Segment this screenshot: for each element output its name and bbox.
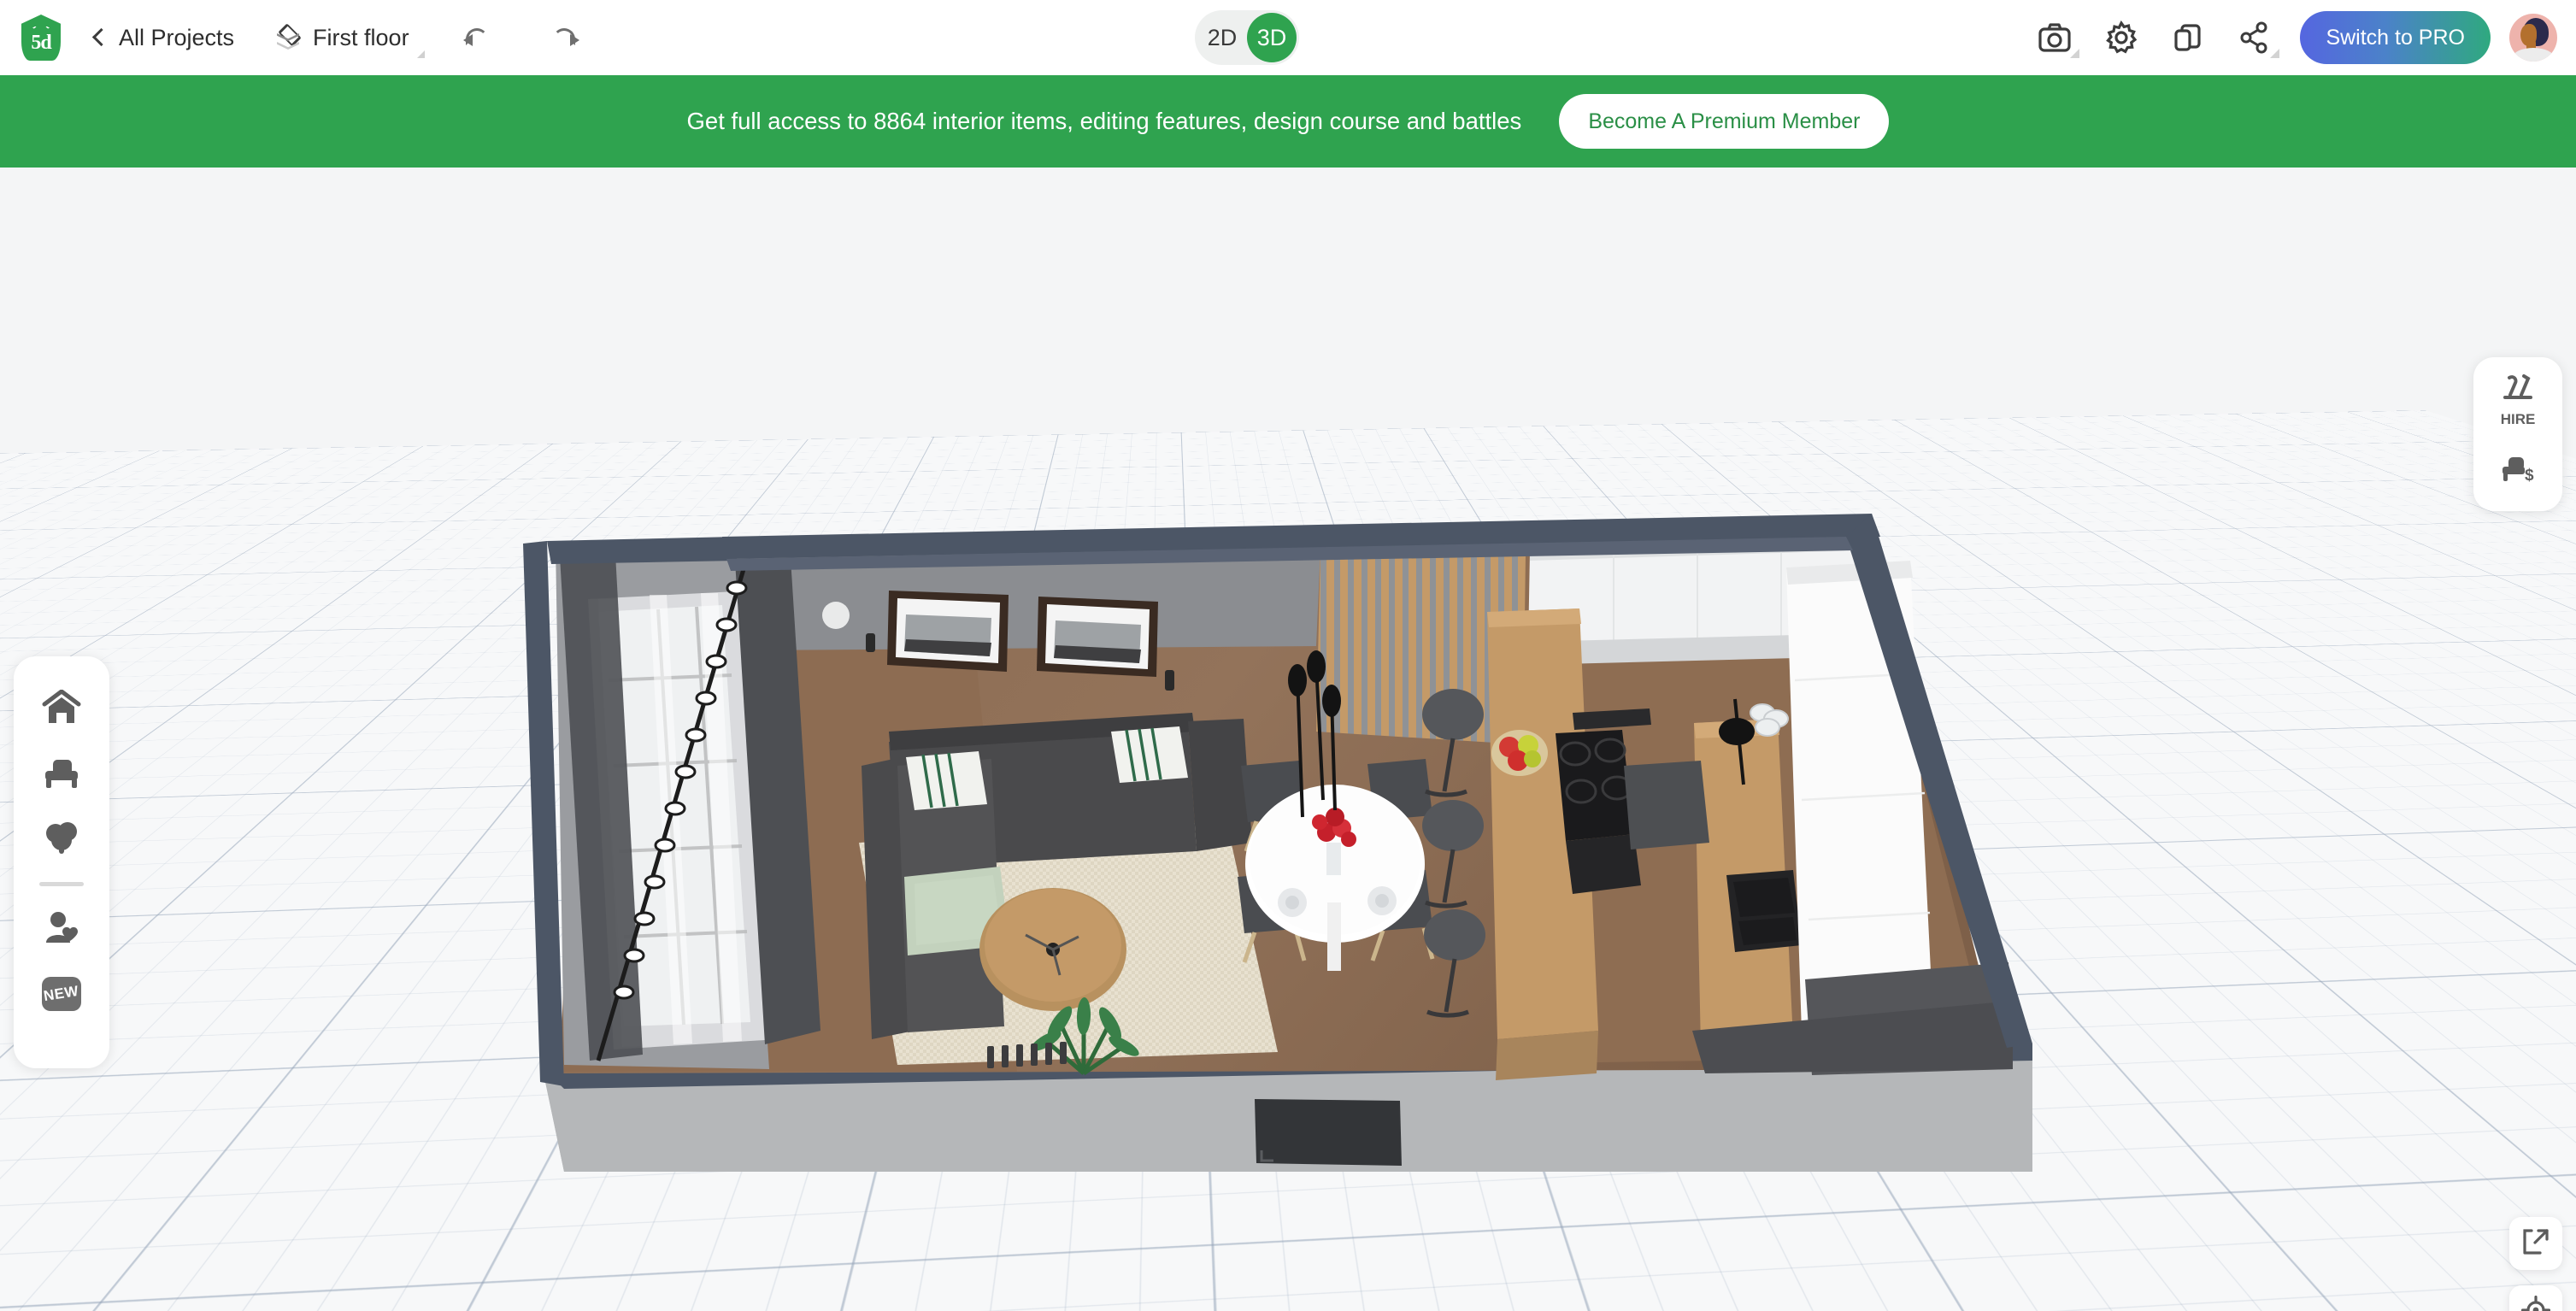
planner5d-logo[interactable]: 5d: [21, 15, 61, 61]
left-tool-panel: NEW: [14, 656, 109, 1068]
home-icon: [42, 689, 81, 730]
top-toolbar: 5d All Projects First floor 2D 3D Switch…: [0, 0, 2576, 75]
hire-icon: [2500, 373, 2536, 409]
tree-icon: [42, 820, 81, 860]
right-service-panel: HIRE $: [2473, 357, 2562, 511]
undo-icon[interactable]: [462, 22, 493, 53]
striped-pillow: [906, 751, 987, 810]
tab-2d[interactable]: 2D: [1197, 13, 1247, 62]
svg-text:$: $: [2525, 467, 2534, 485]
hire-designer-button[interactable]: HIRE: [2482, 369, 2554, 431]
sidebar-item-community[interactable]: [31, 897, 92, 961]
ceiling-lamp: [822, 602, 850, 629]
camera-dropdown-caret-icon: [2070, 49, 2080, 58]
avatar-body: [2513, 48, 2554, 62]
sidebar-item-new[interactable]: NEW: [31, 961, 92, 1026]
floor-selector[interactable]: First floor: [313, 24, 425, 58]
hire-label: HIRE: [2500, 410, 2536, 427]
target-icon: [2520, 1295, 2551, 1311]
camera-icon[interactable]: [2021, 12, 2088, 63]
sidebar-divider: [39, 882, 84, 886]
logo-text: 5d: [31, 32, 51, 54]
avatar[interactable]: [2509, 14, 2557, 62]
redo-icon[interactable]: [550, 22, 580, 53]
left-wall-window: [556, 541, 820, 1069]
new-badge: NEW: [42, 977, 81, 1011]
become-premium-member-button[interactable]: Become A Premium Member: [1559, 94, 1890, 149]
fullscreen-button[interactable]: [2509, 1217, 2562, 1270]
floorplan-3d-model[interactable]: [0, 168, 2576, 1311]
gear-icon[interactable]: [2088, 12, 2155, 63]
view-mode-toggle[interactable]: 2D 3D: [1195, 10, 1299, 65]
back-chevron-icon[interactable]: [88, 27, 109, 48]
striped-pillow: [1111, 726, 1188, 783]
furniture-price-button[interactable]: $: [2482, 439, 2554, 501]
floor-dropdown-caret-icon: [416, 50, 425, 58]
premium-promo-banner: Get full access to 8864 interior items, …: [0, 75, 2576, 168]
switch-to-pro-button[interactable]: Switch to PRO: [2300, 11, 2491, 64]
all-projects-link[interactable]: All Projects: [119, 25, 234, 51]
wall-switch: [1165, 670, 1174, 691]
floor-name-label: First floor: [313, 24, 409, 50]
new-badge-label: NEW: [43, 982, 80, 1005]
fruit-bowl: [1491, 730, 1548, 776]
sidebar-item-exterior[interactable]: [31, 807, 92, 872]
copy-icon[interactable]: [2155, 12, 2221, 63]
coffee-table: [979, 888, 1126, 1011]
share-icon[interactable]: [2221, 12, 2288, 63]
furniture-icon: [42, 755, 81, 794]
top-right-tools: Switch to PRO: [2021, 0, 2557, 75]
person-heart-icon: [42, 910, 81, 949]
share-dropdown-caret-icon: [2270, 49, 2280, 58]
recenter-button[interactable]: [2509, 1285, 2562, 1311]
tab-3d[interactable]: 3D: [1247, 13, 1297, 62]
expand-icon: [2521, 1227, 2550, 1261]
furniture-price-icon: $: [2499, 452, 2537, 489]
layers-icon[interactable]: [273, 24, 303, 51]
design-canvas[interactable]: NEW HIRE $: [0, 168, 2576, 1311]
promo-message: Get full access to 8864 interior items, …: [686, 108, 1522, 134]
exterior-door: [1255, 1099, 1402, 1166]
sidebar-item-structure[interactable]: [31, 677, 92, 742]
wall-switch: [866, 633, 875, 652]
sidebar-item-interior[interactable]: [31, 742, 92, 807]
